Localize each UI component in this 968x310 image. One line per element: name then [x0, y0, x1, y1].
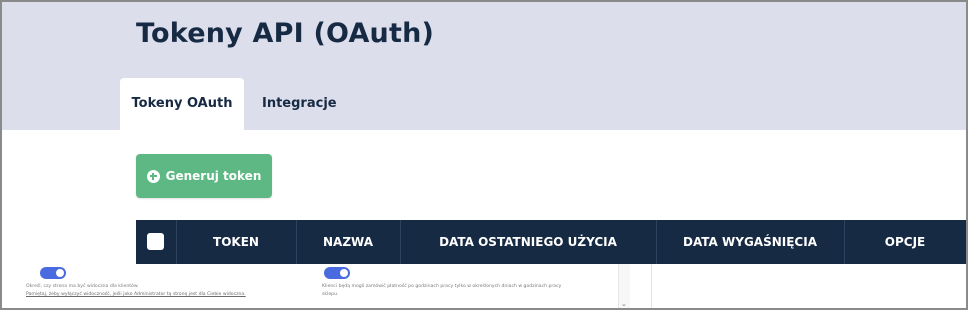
- column-header-data-wygasniecia[interactable]: DATA WYGAŚNIĘCIA: [656, 220, 844, 264]
- tokens-table-header: TOKEN NAZWA DATA OSTATNIEGO UŻYCIA DATA …: [136, 220, 966, 264]
- column-header-data-ostatniego-uzycia[interactable]: DATA OSTATNIEGO UŻYCIA: [400, 220, 656, 264]
- tab-integracje[interactable]: Integracje: [262, 78, 337, 130]
- column-header-nazwa[interactable]: NAZWA: [296, 220, 400, 264]
- plus-circle-icon: [146, 169, 160, 183]
- after-hours-toggle[interactable]: [324, 267, 350, 279]
- column-header-opcje[interactable]: OPCJE: [844, 220, 966, 264]
- generate-token-button[interactable]: Generuj token: [136, 154, 272, 198]
- visibility-toggle[interactable]: [40, 267, 66, 279]
- visibility-description: Określ, czy strona ma być widoczna dla k…: [26, 284, 139, 289]
- after-hours-description: Klienci będą mogli zamówić płatność po g…: [322, 284, 562, 289]
- settings-snippet-overlay: Określ, czy strona ma być widoczna dla k…: [2, 264, 652, 308]
- page-header: Tokeny API (OAuth) Tokeny OAuth Integrac…: [2, 2, 966, 130]
- app-window: Tokeny API (OAuth) Tokeny OAuth Integrac…: [0, 0, 968, 310]
- page-title: Tokeny API (OAuth): [136, 18, 435, 49]
- after-hours-description-cont: sklepu.: [322, 292, 339, 297]
- chevron-down-icon[interactable]: ⌄: [621, 300, 627, 308]
- tab-tokeny-oauth[interactable]: Tokeny OAuth: [120, 78, 244, 130]
- column-header-token[interactable]: TOKEN: [176, 220, 296, 264]
- visibility-note-link[interactable]: Pamiętaj, żeby wyłączyć widoczność, jeśl…: [26, 292, 246, 299]
- overlay-scrollbar[interactable]: ⌄: [618, 264, 630, 308]
- select-all-checkbox[interactable]: [147, 233, 164, 250]
- generate-token-label: Generuj token: [165, 169, 262, 183]
